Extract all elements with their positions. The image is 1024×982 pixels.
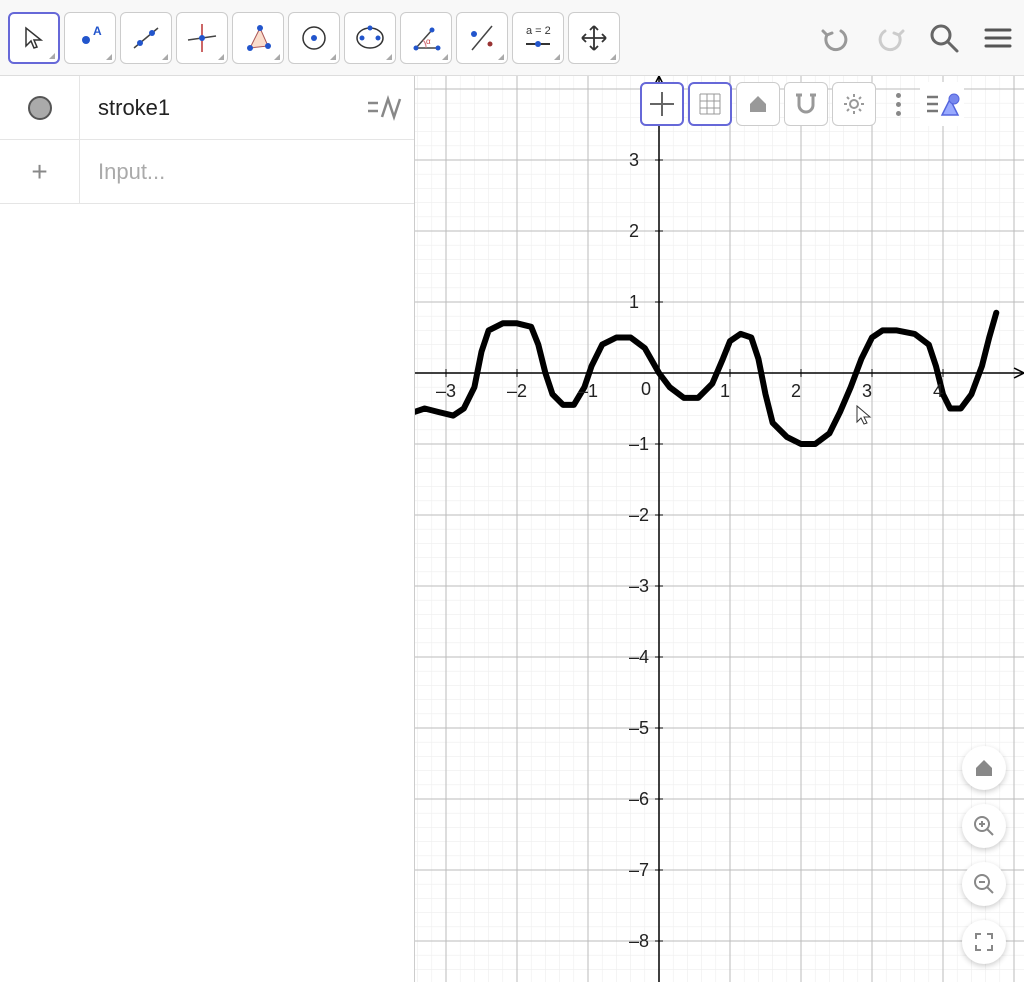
main-toolbar: A α a = 2 <box>0 0 1024 76</box>
redo-button[interactable] <box>872 20 908 56</box>
fullscreen-button[interactable] <box>962 920 1006 964</box>
coordinate-plane[interactable] <box>415 76 1024 982</box>
construction-protocol-button[interactable] <box>920 82 964 126</box>
tool-line[interactable] <box>120 12 172 64</box>
symbolic-toggle-icon[interactable] <box>354 93 414 123</box>
axes-toggle[interactable] <box>640 82 684 126</box>
more-options[interactable] <box>886 93 910 116</box>
algebra-input-row[interactable]: + Input... <box>0 140 414 204</box>
home-float-button[interactable] <box>962 746 1006 790</box>
right-controls <box>818 20 1016 56</box>
svg-text:α: α <box>426 37 431 46</box>
tool-reflect[interactable] <box>456 12 508 64</box>
tool-group: A α a = 2 <box>8 12 620 64</box>
graphics-toolbar <box>640 82 964 126</box>
settings-button[interactable] <box>832 82 876 126</box>
algebra-item-name: stroke1 <box>80 95 354 121</box>
algebra-view: stroke1 + Input... <box>0 76 415 982</box>
tool-polygon[interactable] <box>232 12 284 64</box>
tool-slider[interactable]: a = 2 <box>512 12 564 64</box>
tool-perpendicular[interactable] <box>176 12 228 64</box>
tool-angle[interactable]: α <box>400 12 452 64</box>
menu-button[interactable] <box>980 20 1016 56</box>
tool-ellipse[interactable] <box>344 12 396 64</box>
mouse-cursor <box>855 404 875 428</box>
graphics-view[interactable]: –3–2–11234321–1–2–3–4–5–6–7–80 <box>415 76 1024 982</box>
zoom-out-button[interactable] <box>962 862 1006 906</box>
floating-controls <box>962 746 1006 964</box>
undo-button[interactable] <box>818 20 854 56</box>
zoom-in-button[interactable] <box>962 804 1006 848</box>
search-button[interactable] <box>926 20 962 56</box>
grid-toggle[interactable] <box>688 82 732 126</box>
algebra-item-row[interactable]: stroke1 <box>0 76 414 140</box>
add-button[interactable]: + <box>0 140 80 203</box>
tool-point[interactable]: A <box>64 12 116 64</box>
main-area: stroke1 + Input... <box>0 76 1024 982</box>
visibility-marble[interactable] <box>0 76 80 139</box>
snap-button[interactable] <box>784 82 828 126</box>
svg-text:a = 2: a = 2 <box>526 25 551 37</box>
tool-circle[interactable] <box>288 12 340 64</box>
algebra-input[interactable]: Input... <box>80 159 414 185</box>
tool-translate[interactable] <box>568 12 620 64</box>
svg-text:A: A <box>93 24 102 38</box>
tool-move[interactable] <box>8 12 60 64</box>
home-view-button[interactable] <box>736 82 780 126</box>
